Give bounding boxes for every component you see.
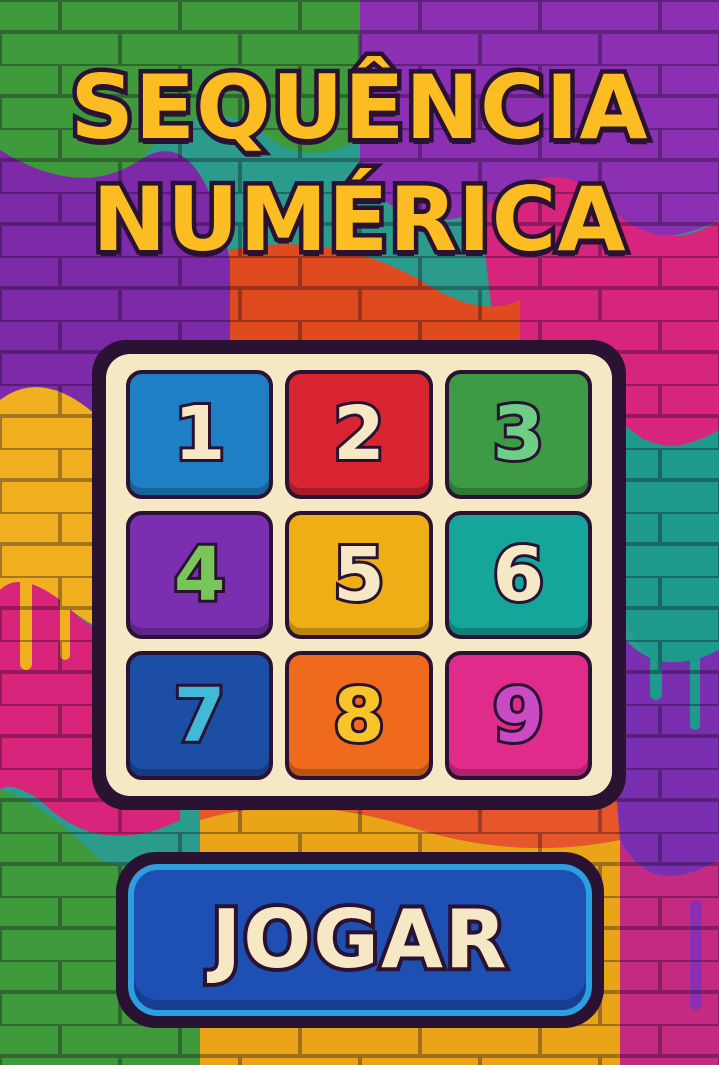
number-tile-3[interactable]: 3: [444, 370, 592, 499]
number-grid: 1 2 3 4 5 6 7 8 9: [106, 354, 612, 796]
title-line-1: SEQUÊNCIA: [66, 52, 652, 164]
title-line-2: NUMÉRICA: [88, 164, 630, 276]
number-tile-1[interactable]: 1: [126, 370, 274, 499]
tile-number: 1: [171, 391, 228, 478]
game-title: SEQUÊNCIA NUMÉRICA: [0, 52, 719, 276]
number-grid-board: 1 2 3 4 5 6 7 8 9: [92, 340, 626, 810]
number-tile-2[interactable]: 2: [285, 370, 433, 499]
tile-number: 8: [330, 672, 387, 759]
number-tile-7[interactable]: 7: [126, 651, 274, 780]
number-tile-8[interactable]: 8: [285, 651, 433, 780]
tile-number: 4: [171, 531, 228, 618]
play-button[interactable]: JOGAR: [116, 852, 604, 1028]
tile-number: 3: [490, 391, 547, 478]
number-tile-5[interactable]: 5: [285, 510, 433, 640]
play-button-face[interactable]: JOGAR: [128, 864, 592, 1016]
number-tile-6[interactable]: 6: [444, 510, 592, 640]
tile-number: 9: [490, 672, 547, 759]
tile-number: 6: [490, 531, 547, 618]
play-button-label: JOGAR: [208, 893, 511, 986]
number-tile-9[interactable]: 9: [444, 651, 592, 780]
tile-number: 5: [330, 531, 387, 618]
tile-number: 2: [330, 391, 387, 478]
tile-number: 7: [171, 672, 228, 759]
number-tile-4[interactable]: 4: [126, 510, 274, 640]
